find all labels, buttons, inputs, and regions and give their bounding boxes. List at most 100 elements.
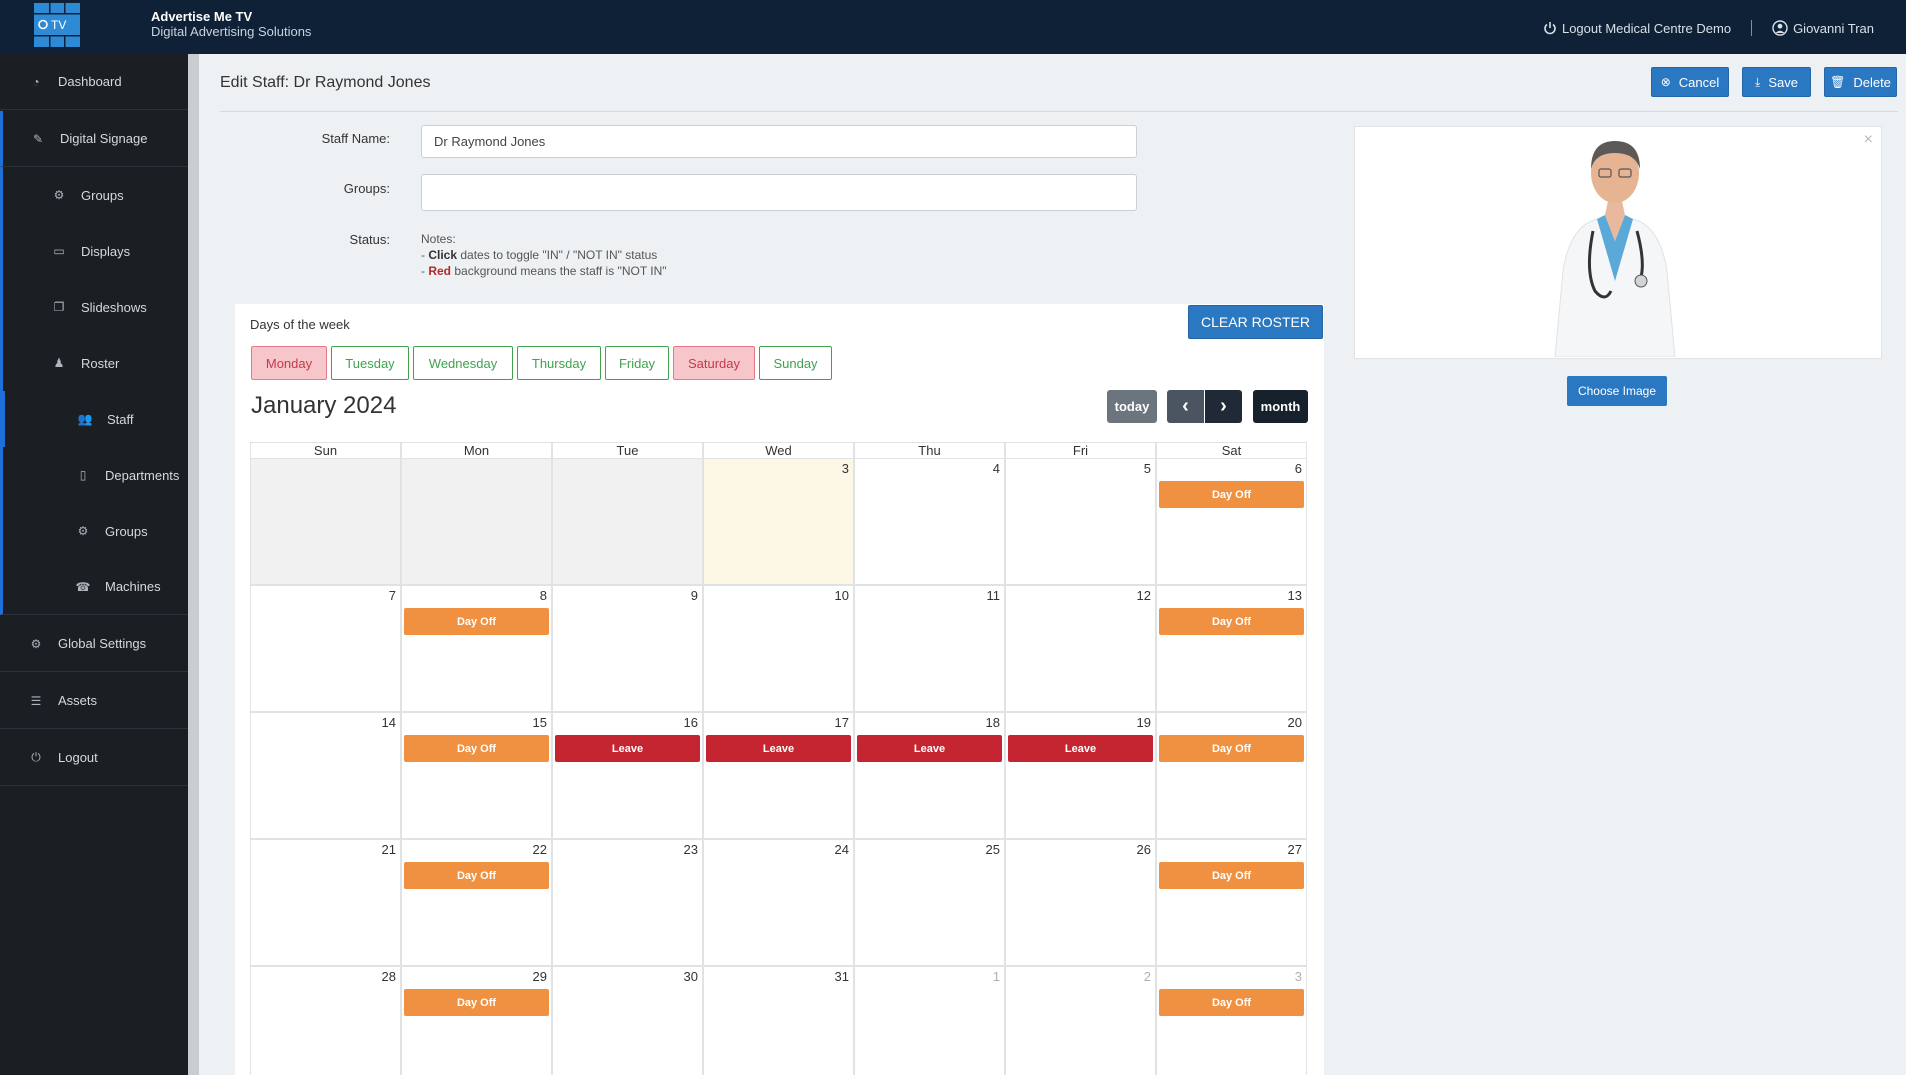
day-off-event[interactable]: Day Off — [1159, 481, 1304, 508]
sidebar-item-logout[interactable]: ⏻ Logout — [0, 730, 188, 786]
weekday-toggle-wednesday[interactable]: Wednesday — [413, 346, 513, 380]
sidebar-item-label: Groups — [105, 523, 148, 539]
calendar-day-cell[interactable]: 3 — [703, 458, 854, 585]
close-icon[interactable]: × — [1864, 131, 1873, 149]
weekday-toggle-monday[interactable]: Monday — [251, 346, 327, 380]
calendar-day-cell[interactable]: 31 — [703, 966, 854, 1075]
calendar-day-cell[interactable]: 2 — [1005, 966, 1156, 1075]
note-bold: Click — [428, 248, 458, 262]
day-number: 7 — [388, 588, 396, 603]
note-text: background means the staff is "NOT IN" — [451, 264, 667, 278]
chevron-right-icon[interactable]: › — [1205, 390, 1242, 423]
sidebar-item-digital-signage[interactable]: ✎ Digital Signage — [0, 111, 188, 167]
leave-event[interactable]: Leave — [706, 735, 851, 762]
month-view-button[interactable]: month — [1253, 390, 1308, 423]
calendar-day-cell[interactable]: 17 Leave — [703, 712, 854, 839]
sidebar-item-groups[interactable]: ⚙ Groups — [0, 167, 188, 223]
logout-link[interactable]: Logout Medical Centre Demo — [1543, 21, 1731, 36]
calendar-day-cell[interactable]: 29 Day Off — [401, 966, 552, 1075]
calendar-day-cell[interactable]: 13 Day Off — [1156, 585, 1307, 712]
chevron-left-icon[interactable]: ‹ — [1167, 390, 1204, 423]
calendar-day-cell[interactable]: 4 — [854, 458, 1005, 585]
day-off-event[interactable]: Day Off — [404, 608, 549, 635]
calendar-day-cell[interactable]: 27 Day Off — [1156, 839, 1307, 966]
sidebar-item-machines[interactable]: ☎ Machines — [0, 559, 188, 615]
day-off-event[interactable]: Day Off — [1159, 862, 1304, 889]
calendar-day-cell[interactable]: 10 — [703, 585, 854, 712]
calendar-day-cell[interactable]: 7 — [250, 585, 401, 712]
calendar-day-cell[interactable]: 15 Day Off — [401, 712, 552, 839]
sidebar-item-roster[interactable]: ♟ Roster — [0, 335, 188, 391]
sidebar-item-label: Global Settings — [58, 636, 147, 651]
calendar-day-cell[interactable]: 6 Day Off — [1156, 458, 1307, 585]
calendar-day-cell[interactable]: 20 Day Off — [1156, 712, 1307, 839]
calendar-day-cell[interactable]: 18 Leave — [854, 712, 1005, 839]
today-button[interactable]: today — [1107, 390, 1157, 423]
calendar-day-cell[interactable]: 1 — [854, 966, 1005, 1075]
sidebar-item-dashboard[interactable]: ◔ Dashboard — [0, 54, 188, 110]
leave-event[interactable]: Leave — [857, 735, 1002, 762]
calendar-day-cell[interactable]: 9 — [552, 585, 703, 712]
clear-roster-button[interactable]: CLEAR ROSTER — [1188, 305, 1323, 339]
users-icon: 👥 — [77, 412, 93, 426]
weekday-toggle-thursday[interactable]: Thursday — [517, 346, 601, 380]
sidebar-item-departments[interactable]: ▯ Departments — [0, 447, 188, 503]
calendar-day-cell[interactable]: 16 Leave — [552, 712, 703, 839]
sidebar-item-label: Displays — [81, 243, 131, 259]
calendar-day-cell[interactable]: 25 — [854, 839, 1005, 966]
calendar-day-cell[interactable]: 21 — [250, 839, 401, 966]
note-text: dates to toggle "IN" / "NOT IN" status — [457, 248, 658, 262]
day-off-event[interactable]: Day Off — [1159, 608, 1304, 635]
leave-event[interactable]: Leave — [555, 735, 700, 762]
divider — [1751, 20, 1753, 36]
staff-name-input[interactable]: Dr Raymond Jones — [421, 125, 1137, 158]
weekday-toggle-friday[interactable]: Friday — [605, 346, 669, 380]
day-off-event[interactable]: Day Off — [1159, 735, 1304, 762]
delete-button[interactable]: 🗑 Delete — [1824, 67, 1897, 97]
calendar-day-cell[interactable]: 23 — [552, 839, 703, 966]
day-off-event[interactable]: Day Off — [1159, 989, 1304, 1016]
sidebar-item-assets[interactable]: ☰ Assets — [0, 673, 188, 729]
calendar-day-cell[interactable]: 22 Day Off — [401, 839, 552, 966]
calendar-day-cell[interactable]: 11 — [854, 585, 1005, 712]
day-off-event[interactable]: Day Off — [404, 735, 549, 762]
day-number: 4 — [992, 461, 1000, 476]
groups-input[interactable] — [421, 174, 1137, 211]
day-number: 3 — [841, 461, 849, 476]
weekday-toggle-sunday[interactable]: Sunday — [759, 346, 832, 380]
cancel-button[interactable]: ⊗ Cancel — [1651, 67, 1729, 97]
sidebar-item-displays[interactable]: ▭ Displays — [0, 223, 188, 279]
sidebar-item-global-settings[interactable]: ⚙ Global Settings — [0, 616, 188, 672]
calendar-day-cell[interactable]: 30 — [552, 966, 703, 1075]
sidebar-item-staff[interactable]: 👥 Staff — [0, 391, 188, 447]
weekday-toggle-tuesday[interactable]: Tuesday — [331, 346, 409, 380]
day-off-event[interactable]: Day Off — [404, 989, 549, 1016]
calendar-day-cell[interactable]: 3 Day Off — [1156, 966, 1307, 1075]
leave-event[interactable]: Leave — [1008, 735, 1153, 762]
calendar-title: January 2024 — [251, 392, 397, 419]
weekday-toggle-saturday[interactable]: Saturday — [673, 346, 755, 380]
calendar-day-cell[interactable]: 24 — [703, 839, 854, 966]
calendar-day-cell[interactable] — [401, 458, 552, 585]
staff-photo-panel: × — [1354, 126, 1882, 359]
days-of-week-label: Days of the week — [250, 317, 350, 332]
calendar-day-cell[interactable] — [250, 458, 401, 585]
calendar-day-cell[interactable]: 12 — [1005, 585, 1156, 712]
calendar-day-cell[interactable]: 28 — [250, 966, 401, 1075]
calendar-day-cell[interactable]: 8 Day Off — [401, 585, 552, 712]
save-button[interactable]: ⤓ Save — [1742, 67, 1811, 97]
choose-image-button[interactable]: Choose Image — [1567, 376, 1667, 406]
day-number: 26 — [1136, 842, 1151, 857]
user-menu[interactable]: Giovanni Tran — [1772, 20, 1874, 36]
sidebar-scrollbar[interactable] — [188, 54, 199, 1075]
logo-icon[interactable]: TV — [34, 3, 80, 47]
calendar-day-cell[interactable]: 19 Leave — [1005, 712, 1156, 839]
calendar-day-cell[interactable]: 5 — [1005, 458, 1156, 585]
calendar-day-cell[interactable] — [552, 458, 703, 585]
calendar-day-cell[interactable]: 14 — [250, 712, 401, 839]
page-title: Edit Staff: Dr Raymond Jones — [220, 74, 431, 91]
day-off-event[interactable]: Day Off — [404, 862, 549, 889]
sidebar-item-slideshows[interactable]: ❐ Slideshows — [0, 279, 188, 335]
calendar-day-cell[interactable]: 26 — [1005, 839, 1156, 966]
sidebar-item-roster-groups[interactable]: ⚙ Groups — [0, 503, 188, 559]
